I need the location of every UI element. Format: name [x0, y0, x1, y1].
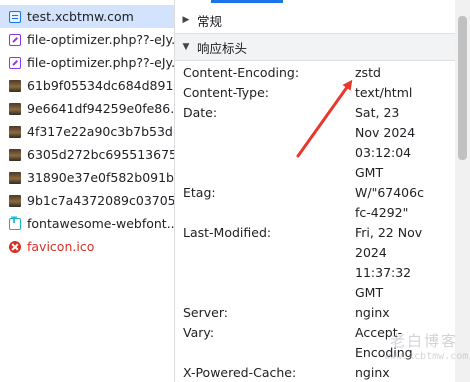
request-row[interactable]: 6305d272bc695513675...	[0, 143, 174, 166]
request-row[interactable]: 31890e37e0f582b091b...	[0, 166, 174, 189]
collapse-arrow-icon: ▼	[182, 42, 190, 52]
header-value: nginx	[355, 305, 390, 320]
section-response-headers-header[interactable]: ▼ 响应标头	[175, 34, 455, 60]
request-name: 61b9f05534dc684d891...	[27, 78, 174, 93]
request-row[interactable]: file-optimizer.php??-eJy...	[0, 51, 174, 74]
section-response-headers-label: 响应标头	[197, 40, 248, 56]
active-tab-indicator	[211, 0, 283, 3]
request-row[interactable]: file-optimizer.php??-eJy...	[0, 28, 174, 51]
header-value: GMT	[355, 285, 384, 300]
request-name: file-optimizer.php??-eJy...	[27, 55, 174, 70]
header-value: GMT	[355, 165, 384, 180]
section-divider	[175, 60, 455, 61]
header-value: Nov 2024	[355, 125, 416, 140]
header-name: Date:	[183, 105, 218, 120]
error-icon	[9, 240, 21, 253]
request-name: 9b1c7a4372089c03705...	[27, 193, 174, 208]
watermark-url: www.xcbtmw.com	[384, 351, 469, 362]
image-icon	[9, 102, 21, 115]
font-icon	[9, 216, 21, 230]
document-icon	[9, 10, 21, 23]
image-icon	[9, 194, 21, 207]
script-icon	[9, 33, 21, 46]
header-value: nginx	[355, 365, 390, 380]
header-value: fc-4292"	[355, 205, 409, 220]
request-row[interactable]: test.xcbtmw.com	[0, 5, 174, 28]
header-value: text/html	[355, 85, 413, 100]
image-icon	[9, 125, 21, 138]
header-value: Sat, 23	[355, 105, 400, 120]
request-name: 31890e37e0f582b091b...	[27, 170, 174, 185]
request-row[interactable]: 9e6641df94259e0fe86...	[0, 97, 174, 120]
request-name: 4f317e22a90c3b7b53d...	[27, 124, 174, 139]
section-general-header[interactable]: ▶ 常规	[175, 7, 455, 33]
scrollbar-thumb[interactable]	[458, 16, 467, 160]
header-name: Last-Modified:	[183, 225, 272, 240]
header-value: zstd	[355, 65, 381, 80]
request-row[interactable]: 9b1c7a4372089c03705...	[0, 189, 174, 212]
header-name: Content-Type:	[183, 85, 269, 100]
header-name: Vary:	[183, 325, 215, 340]
request-row[interactable]: 61b9f05534dc684d891...	[0, 74, 174, 97]
request-name: fontawesome-webfont....	[27, 216, 174, 231]
header-value: 03:12:04	[355, 145, 412, 160]
watermark-title: 老白博客	[389, 332, 458, 350]
image-icon	[9, 171, 21, 184]
request-name: 9e6641df94259e0fe86...	[27, 101, 174, 116]
request-row[interactable]: 4f317e22a90c3b7b53d...	[0, 120, 174, 143]
header-name: Etag:	[183, 185, 216, 200]
image-icon	[9, 79, 21, 92]
request-name: file-optimizer.php??-eJy...	[27, 32, 174, 47]
header-value: W/"67406c	[355, 185, 424, 200]
request-row[interactable]: fontawesome-webfont....	[0, 212, 174, 235]
script-icon	[9, 56, 21, 69]
vertical-scrollbar[interactable]	[455, 0, 470, 382]
watermark: 老白博客 www.xcbtmw.com	[384, 330, 469, 362]
header-name: X-Powered-Cache:	[183, 365, 297, 380]
request-row[interactable]: favicon.ico	[0, 235, 174, 258]
header-value: 2024	[355, 245, 387, 260]
request-name: 6305d272bc695513675...	[27, 147, 174, 162]
request-name: test.xcbtmw.com	[27, 9, 134, 24]
headers-panel: ▶ 常规 ▼ 响应标头 Content-Encoding: zstd Content…	[175, 0, 455, 382]
section-general-label: 常规	[197, 13, 223, 29]
request-list: test.xcbtmw.com file-optimizer.php??-eJy.…	[0, 0, 174, 382]
header-name: Content-Encoding:	[183, 65, 300, 80]
header-value: Fri, 22 Nov	[355, 225, 423, 240]
image-icon	[9, 148, 21, 161]
expand-arrow-icon: ▶	[182, 15, 190, 25]
request-name: favicon.ico	[27, 239, 95, 254]
header-name: Server:	[183, 305, 228, 320]
header-value: 11:37:32	[355, 265, 412, 280]
